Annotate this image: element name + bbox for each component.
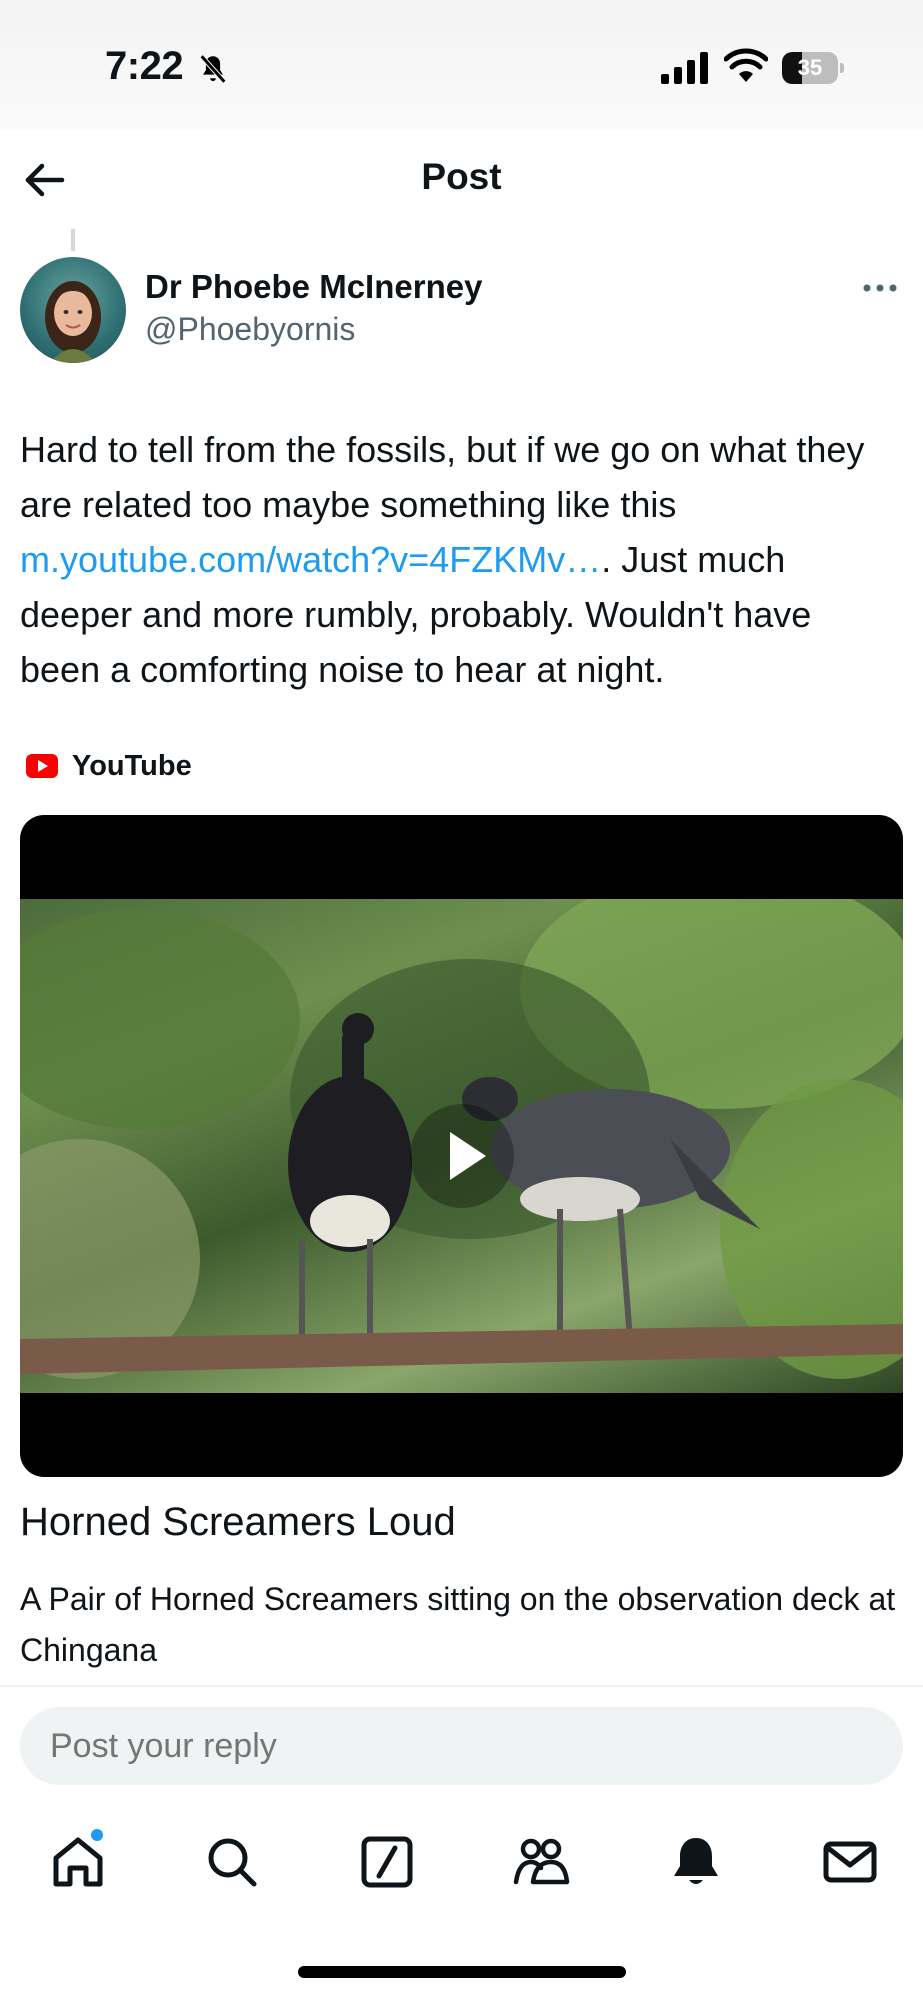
avatar[interactable] [20,257,126,363]
wifi-icon [724,48,768,82]
author-handle[interactable]: @Phoebyornis [145,311,355,348]
status-time: 7:22 [105,44,184,88]
author-name[interactable]: Dr Phoebe McInerney [145,268,482,306]
battery-icon: 35 [782,52,844,84]
youtube-logo-icon [26,754,58,778]
communities-icon[interactable] [511,1832,571,1892]
cellular-signal-icon [661,52,708,84]
search-icon[interactable] [202,1832,262,1892]
play-icon[interactable] [410,1104,514,1208]
post-text: Hard to tell from the fossils, but if we… [20,422,890,697]
thread-line [71,229,75,251]
reply-input[interactable] [50,1707,870,1785]
post-link[interactable]: m.youtube.com/watch?v=4FZKMv… [20,539,601,580]
more-options-icon[interactable] [860,276,900,300]
divider [0,1685,923,1687]
card-title[interactable]: Horned Screamers Loud [20,1500,456,1545]
home-icon[interactable] [48,1832,108,1892]
messages-icon[interactable] [820,1832,880,1892]
battery-level: 35 [797,55,823,80]
notifications-icon[interactable] [666,1832,726,1892]
home-indicator [298,1966,626,1978]
home-notification-dot [91,1829,103,1841]
page-title: Post [421,156,502,197]
bell-off-icon [199,54,227,84]
card-source-label: YouTube [72,750,192,782]
card-description: A Pair of Horned Screamers sitting on th… [20,1581,896,1668]
avatar-image [45,281,101,363]
video-player[interactable] [20,815,903,1477]
post-text-intro: Hard to tell from the fossils, but if we… [20,429,865,525]
reply-box[interactable] [20,1707,903,1785]
status-bar: 7:22 35 [0,0,923,130]
post-header: Post [0,130,923,230]
grok-icon[interactable] [357,1832,417,1892]
